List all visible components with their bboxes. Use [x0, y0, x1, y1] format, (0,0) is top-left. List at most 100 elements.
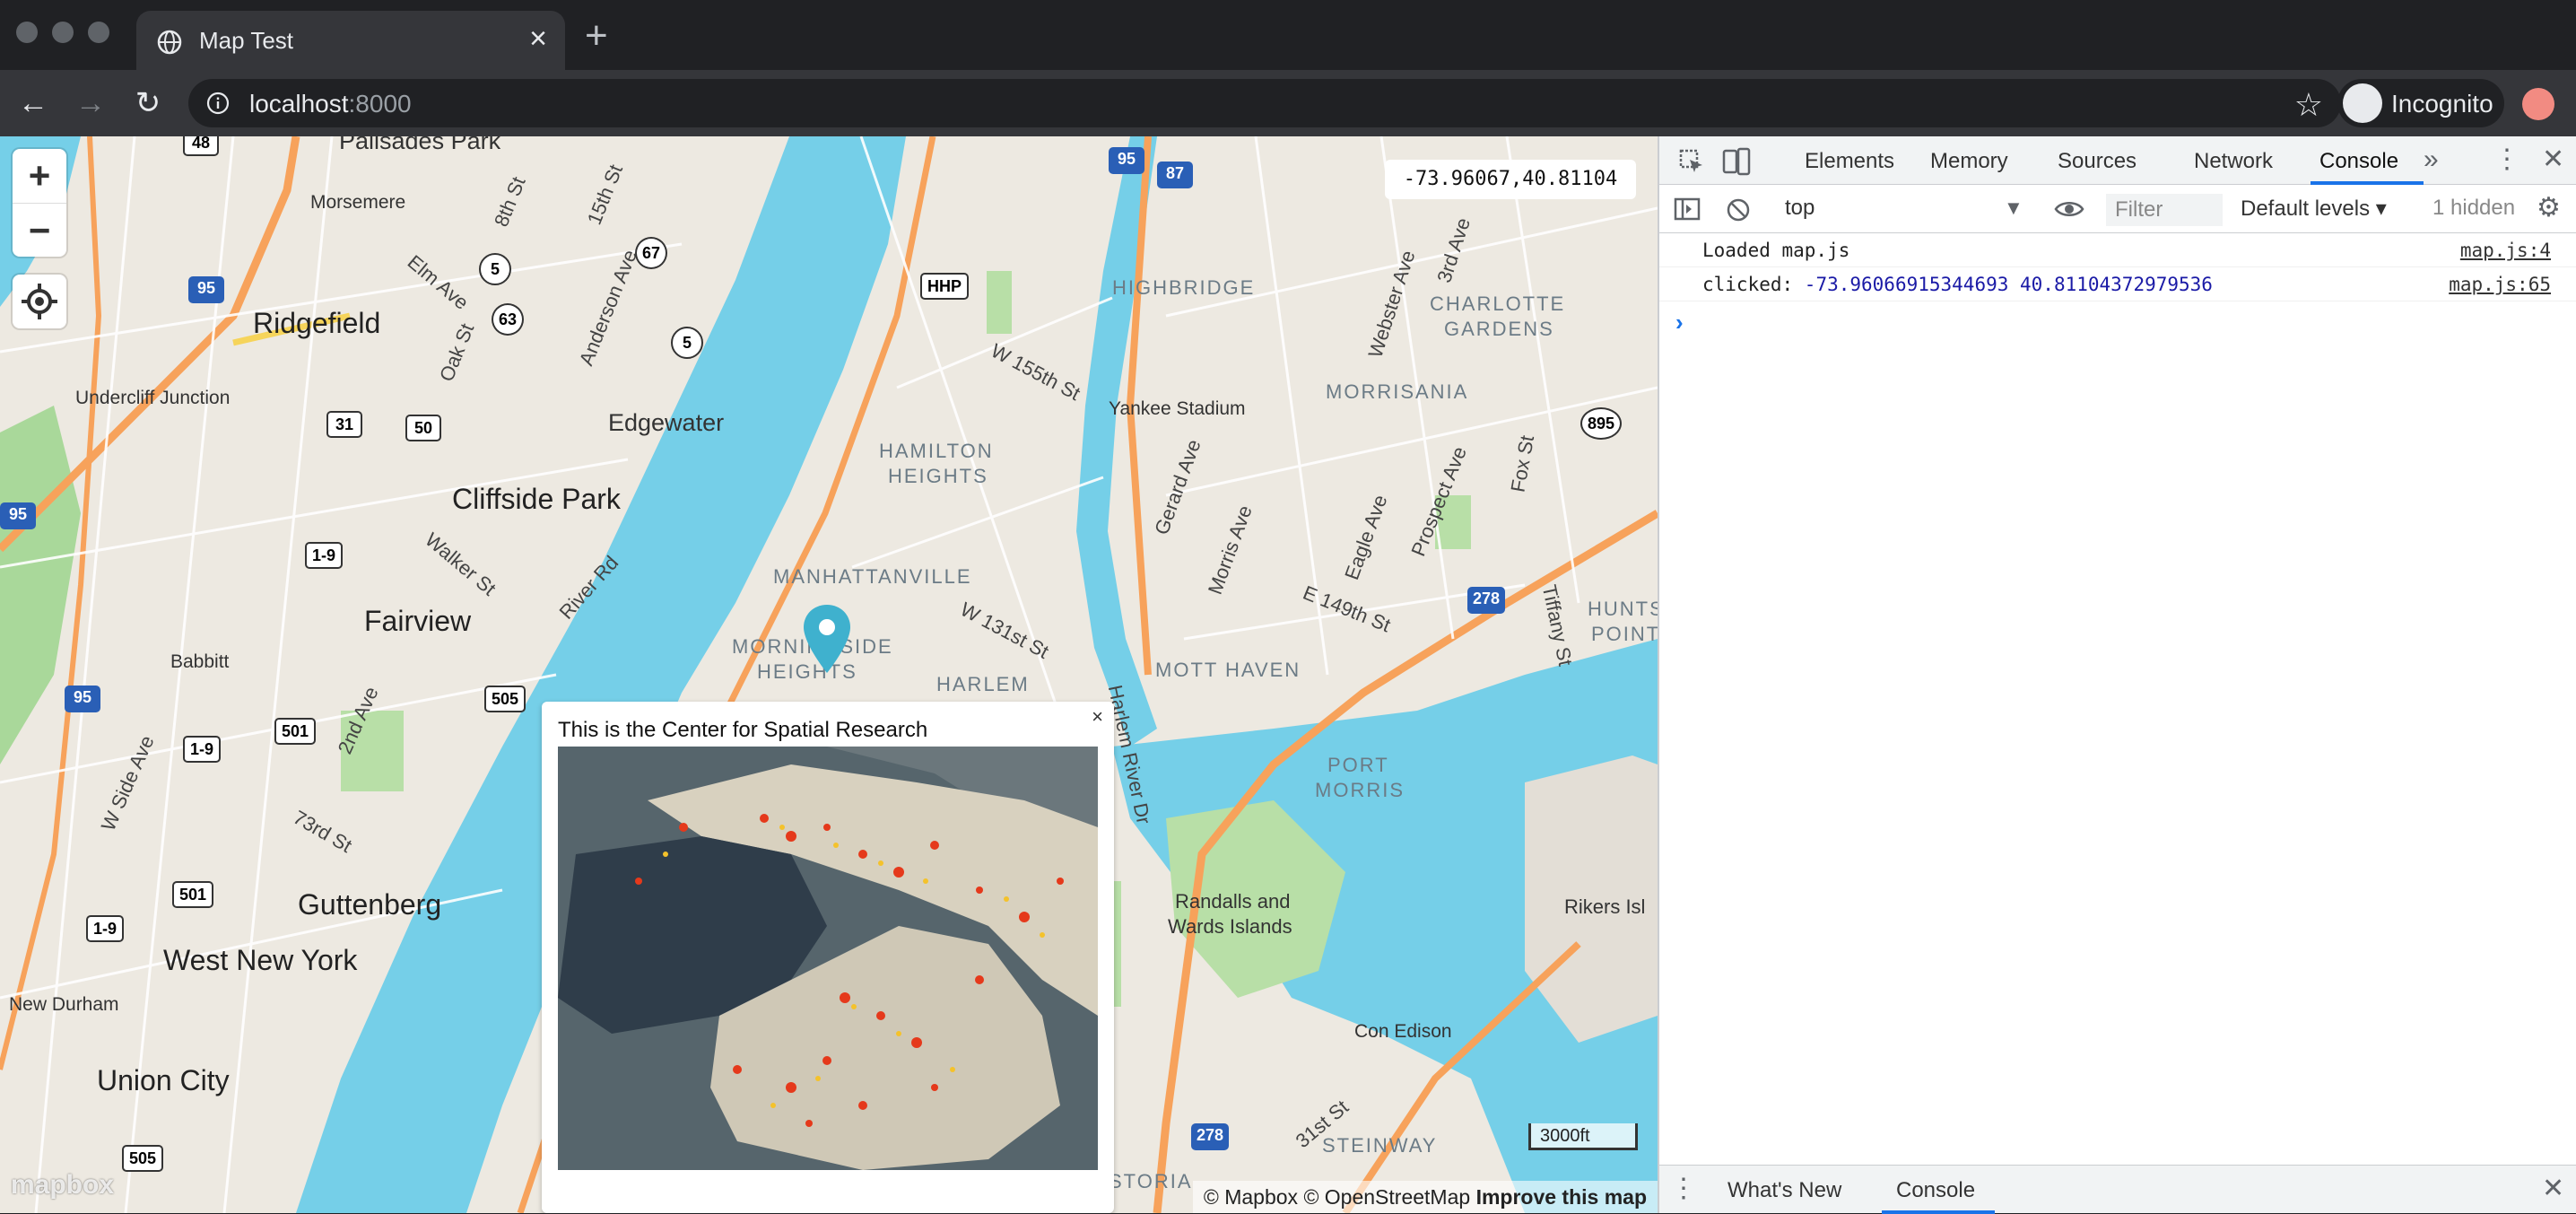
zoom-out-button[interactable]: −	[13, 203, 66, 257]
browser-tab[interactable]: Map Test ×	[136, 11, 565, 70]
popup-map-image	[558, 747, 1098, 1170]
map-label-city: Edgewater	[608, 409, 725, 436]
route-shield: 1-9	[183, 736, 222, 763]
close-window-button[interactable]	[16, 22, 38, 43]
tab-console[interactable]: Console	[2319, 149, 2398, 174]
new-tab-button[interactable]: +	[585, 16, 608, 56]
map-label-place: Undercliff Junction	[75, 388, 231, 408]
maximize-window-button[interactable]	[88, 22, 109, 43]
map-label-neighborhood: MORRIS	[1315, 779, 1405, 801]
sidebar-toggle-icon[interactable]	[1674, 197, 1701, 221]
zoom-control: + −	[13, 149, 66, 257]
map-label-neighborhood: STEINWAY	[1322, 1134, 1438, 1157]
route-shield: 278	[1191, 1123, 1230, 1150]
tab-elements[interactable]: Elements	[1805, 149, 1894, 174]
close-drawer-icon[interactable]: ✕	[2542, 1175, 2564, 1202]
incognito-icon	[2343, 83, 2382, 123]
tab-drawer-console[interactable]: Console	[1896, 1178, 1975, 1203]
filter-input[interactable]: Filter	[2106, 194, 2223, 226]
reload-icon[interactable]: ↻	[129, 84, 167, 122]
map-pin-icon[interactable]	[802, 603, 852, 675]
coordinate-readout: -73.96067,40.81104	[1385, 160, 1636, 199]
incognito-label: Incognito	[2391, 90, 2493, 118]
geolocate-control	[13, 275, 66, 328]
log-message: clicked: -73.96066915344693 40.811043729…	[1702, 274, 2213, 295]
route-shield: HHP	[920, 273, 970, 300]
minimize-window-button[interactable]	[52, 22, 74, 43]
tab-whats-new[interactable]: What's New	[1727, 1178, 1841, 1203]
incognito-profile-button[interactable]: Incognito	[2337, 79, 2504, 127]
context-selector[interactable]: top	[1785, 196, 1815, 221]
route-shield: 31	[326, 411, 362, 438]
info-icon[interactable]	[206, 92, 230, 115]
map-label-place: New Durham	[9, 994, 119, 1015]
map-label-neighborhood: POINT	[1591, 623, 1658, 645]
map-label-neighborhood: MOTT HAVEN	[1155, 659, 1301, 681]
log-row: clicked: -73.96066915344693 40.811043729…	[1659, 267, 2576, 301]
route-shield: 50	[405, 415, 441, 441]
crosshair-icon	[22, 284, 57, 319]
kebab-menu-icon[interactable]: ⋮	[2493, 146, 2520, 173]
log-levels-dropdown[interactable]: Default levels ▾	[2241, 196, 2387, 222]
device-toolbar-icon[interactable]	[1722, 147, 1751, 176]
devtools-panel: Elements Memory Sources Network Console …	[1658, 136, 2576, 1214]
route-shield: 5	[479, 253, 511, 285]
route-shield: 1-9	[86, 915, 125, 942]
gear-icon[interactable]: ⚙	[2537, 195, 2561, 222]
map-scale: 3000ft	[1528, 1123, 1638, 1150]
eye-icon[interactable]	[2054, 199, 2084, 219]
tab-sources[interactable]: Sources	[2058, 149, 2137, 174]
attribution-osm-link[interactable]: © OpenStreetMap	[1303, 1185, 1470, 1209]
url-host: localhost	[249, 90, 349, 118]
url-port: :8000	[348, 90, 412, 118]
browser-tabstrip: Map Test × +	[0, 0, 2576, 70]
map-canvas[interactable]: Ridgefield Cliffside Park Fairview Gutte…	[0, 136, 1658, 1213]
tab-close-icon[interactable]: ×	[529, 23, 547, 54]
log-source-link[interactable]: map.js:4	[2460, 233, 2551, 267]
address-bar[interactable]: localhost:8000 ☆	[188, 79, 2341, 127]
clear-console-icon[interactable]	[1726, 197, 1751, 223]
route-shield: 95	[0, 502, 36, 529]
route-shield: 1-9	[305, 542, 344, 569]
map-label-city: Fairview	[364, 605, 472, 637]
map-label-city: West New York	[163, 944, 358, 976]
inspect-element-icon[interactable]	[1679, 149, 1704, 174]
geolocate-button[interactable]	[13, 275, 66, 328]
map-label-neighborhood: HARLEM	[936, 673, 1030, 695]
map-label-neighborhood: HIGHBRIDGE	[1112, 276, 1256, 299]
close-devtools-icon[interactable]: ✕	[2542, 146, 2564, 173]
attribution-mapbox-link[interactable]: © Mapbox	[1204, 1185, 1298, 1209]
tab-title: Map Test	[199, 27, 294, 54]
map-label-city: Ridgefield	[253, 307, 381, 339]
map-popup: × This is the Center for Spatial Researc…	[542, 702, 1114, 1213]
log-numbers: -73.96066915344693 40.81104372979536	[1804, 274, 2213, 295]
tab-memory[interactable]: Memory	[1930, 149, 2008, 174]
route-shield: 505	[122, 1145, 164, 1172]
improve-map-link[interactable]: Improve this map	[1476, 1185, 1647, 1209]
map-label-neighborhood: HAMILTON	[879, 440, 994, 462]
map-label-place: Rikers Isl	[1564, 895, 1646, 918]
popup-close-icon[interactable]: ×	[1092, 705, 1103, 729]
zoom-in-button[interactable]: +	[13, 149, 66, 203]
console-toolbar: top ▼ Filter Default levels ▾ 1 hidden ⚙	[1659, 185, 2576, 233]
map-label-place: Babbitt	[170, 651, 230, 672]
more-tabs-icon[interactable]: »	[2424, 146, 2439, 173]
route-shield: 95	[1109, 147, 1144, 174]
tab-network[interactable]: Network	[2194, 149, 2273, 174]
mapbox-logo[interactable]: mapbox	[11, 1170, 114, 1201]
drawer-menu-icon[interactable]: ⋮	[1670, 1175, 1697, 1202]
map-label-place: Wards Islands	[1168, 915, 1292, 938]
route-shield: 95	[188, 276, 224, 303]
console-prompt[interactable]: ›	[1675, 309, 1684, 336]
back-arrow-icon[interactable]: ←	[14, 84, 52, 122]
forward-arrow-icon[interactable]: →	[72, 84, 109, 122]
update-dot-icon[interactable]	[2522, 88, 2554, 120]
bookmark-star-icon[interactable]: ☆	[2294, 86, 2323, 124]
log-source-link[interactable]: map.js:65	[2449, 267, 2551, 301]
route-shield: 63	[492, 303, 525, 336]
route-shield: 501	[172, 881, 214, 908]
map-label-neighborhood: PORT	[1327, 754, 1389, 776]
route-shield: 505	[484, 686, 527, 712]
drawer-active-indicator	[1882, 1210, 1995, 1214]
context-dropdown-icon[interactable]: ▼	[2004, 196, 2023, 221]
